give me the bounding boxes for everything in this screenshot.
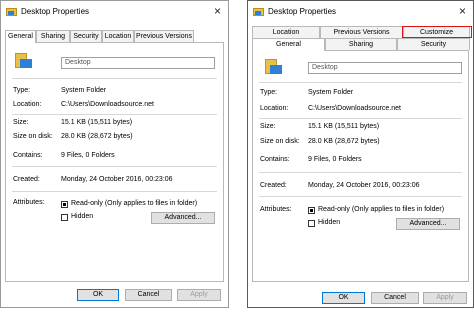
general-panel: Desktop Type: System Folder Location: C:… <box>252 50 469 282</box>
contains-label: Contains: <box>13 152 43 159</box>
size-on-disk-label: Size on disk: <box>260 138 300 145</box>
type-value: System Folder <box>308 89 354 96</box>
size-label: Size: <box>260 123 276 130</box>
tab-location[interactable]: Location <box>252 26 320 38</box>
tab-previous-versions[interactable]: Previous Versions <box>320 26 403 38</box>
tab-security[interactable]: Security <box>397 38 470 50</box>
dialog-title: Desktop Properties <box>21 7 90 16</box>
type-label: Type: <box>260 89 278 96</box>
attributes-label: Attributes: <box>260 206 292 213</box>
type-value: System Folder <box>61 87 107 94</box>
folder-icon <box>265 59 282 74</box>
location-value: C:\Users\Downloadsource.net <box>61 101 154 108</box>
readonly-checkbox[interactable] <box>308 207 315 214</box>
apply-button[interactable]: Apply <box>177 289 221 301</box>
contains-label: Contains: <box>260 156 290 163</box>
divider <box>12 78 217 79</box>
tab-previous-versions[interactable]: Previous Versions <box>134 30 194 42</box>
cancel-button[interactable]: Cancel <box>371 292 419 304</box>
ok-button[interactable]: OK <box>322 292 365 304</box>
apply-button[interactable]: Apply <box>423 292 467 304</box>
title-bar: Desktop Properties × <box>1 1 228 25</box>
readonly-label: Read-only (Only applies to files in fold… <box>71 200 198 207</box>
attributes-label: Attributes: <box>13 199 45 206</box>
divider <box>12 114 217 115</box>
location-label: Location: <box>13 101 42 108</box>
contains-value: 9 Files, 0 Folders <box>308 156 362 163</box>
size-on-disk-value: 28.0 KB (28,672 bytes) <box>61 133 133 140</box>
close-icon[interactable]: × <box>214 4 221 18</box>
readonly-label: Read-only (Only applies to files in fold… <box>318 206 445 213</box>
folder-icon <box>6 8 17 16</box>
general-panel: Desktop Type: System Folder Location: C:… <box>5 42 224 282</box>
folder-icon <box>15 53 32 68</box>
location-value: C:\Users\Downloadsource.net <box>308 105 401 112</box>
created-value: Monday, 24 October 2016, 00:23:06 <box>61 176 173 183</box>
tab-security[interactable]: Security <box>70 30 102 42</box>
divider <box>259 196 462 197</box>
ok-button[interactable]: OK <box>77 289 119 301</box>
size-label: Size: <box>13 119 29 126</box>
cancel-button[interactable]: Cancel <box>125 289 172 301</box>
size-on-disk-label: Size on disk: <box>13 133 53 140</box>
hidden-label: Hidden <box>71 213 94 220</box>
readonly-checkbox[interactable] <box>61 201 68 208</box>
size-value: 15.1 KB (15,511 bytes) <box>61 119 133 126</box>
tab-sharing[interactable]: Sharing <box>325 38 397 50</box>
close-icon[interactable]: × <box>459 4 466 18</box>
tab-sharing[interactable]: Sharing <box>36 30 70 42</box>
divider <box>259 118 462 119</box>
tab-location[interactable]: Location <box>102 30 134 42</box>
divider <box>12 191 217 192</box>
contains-value: 9 Files, 0 Folders <box>61 152 115 159</box>
size-on-disk-value: 28.0 KB (28,672 bytes) <box>308 138 380 145</box>
divider <box>259 172 462 173</box>
advanced-button[interactable]: Advanced... <box>396 218 460 230</box>
tab-general[interactable]: General <box>5 30 36 43</box>
tab-customize[interactable]: Customize <box>403 26 470 38</box>
hidden-label: Hidden <box>318 219 341 226</box>
title-bar: Desktop Properties × <box>248 1 473 25</box>
folder-icon <box>253 8 264 16</box>
created-value: Monday, 24 October 2016, 00:23:06 <box>308 182 420 189</box>
divider <box>12 166 217 167</box>
type-label: Type: <box>13 87 31 94</box>
created-label: Created: <box>260 182 287 189</box>
dialog-title: Desktop Properties <box>268 7 337 16</box>
hidden-checkbox[interactable] <box>308 220 315 227</box>
tab-general[interactable]: General <box>252 38 325 51</box>
size-value: 15.1 KB (15,511 bytes) <box>308 123 380 130</box>
advanced-button[interactable]: Advanced... <box>151 212 215 224</box>
folder-name-input[interactable]: Desktop <box>61 57 215 69</box>
location-label: Location: <box>260 105 289 112</box>
properties-dialog-right: Desktop Properties × Location Previous V… <box>247 0 474 308</box>
created-label: Created: <box>13 176 40 183</box>
hidden-checkbox[interactable] <box>61 214 68 221</box>
properties-dialog-left: Desktop Properties × General Sharing Sec… <box>0 0 229 308</box>
divider <box>259 82 462 83</box>
folder-name-input[interactable]: Desktop <box>308 62 462 74</box>
